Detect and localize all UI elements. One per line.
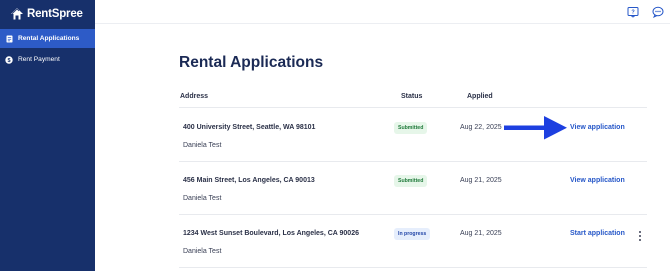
row-divider <box>179 214 647 215</box>
view-application-link[interactable]: View application <box>570 177 625 184</box>
document-icon <box>5 35 13 43</box>
row-applied-date: Aug 21, 2025 <box>460 177 502 184</box>
svg-text:$: $ <box>7 58 10 64</box>
view-application-link[interactable]: View application <box>570 124 625 131</box>
row-divider <box>179 267 647 268</box>
pointer-arrow-icon <box>504 116 567 140</box>
sidebar-item-label: Rent Payment <box>18 56 60 63</box>
more-options-icon[interactable] <box>637 231 643 241</box>
row-tenant: Daniela Test <box>183 195 222 202</box>
help-icon[interactable]: ? <box>627 6 639 18</box>
row-applied-date: Aug 21, 2025 <box>460 230 502 237</box>
start-application-link[interactable]: Start application <box>570 230 625 237</box>
brand-name: RentSpree <box>27 8 83 20</box>
row-applied-date: Aug 22, 2025 <box>460 124 502 131</box>
row-address: 400 University Street, Seattle, WA 98101 <box>183 124 316 131</box>
sidebar-item-rental-applications[interactable]: Rental Applications <box>0 29 95 48</box>
dollar-icon: $ <box>5 55 13 64</box>
status-badge: Submitted <box>394 175 428 187</box>
header-divider <box>179 107 647 108</box>
brand-logo[interactable]: RentSpree <box>10 7 83 21</box>
chat-icon[interactable] <box>652 6 664 18</box>
svg-text:?: ? <box>631 10 635 16</box>
row-tenant: Daniela Test <box>183 248 222 255</box>
row-address: 1234 West Sunset Boulevard, Los Angeles,… <box>183 230 359 237</box>
row-address: 456 Main Street, Los Angeles, CA 90013 <box>183 177 315 184</box>
sidebar: RentSpree Rental Applications $ Rent Pay… <box>0 0 95 271</box>
column-header-applied: Applied <box>467 93 493 100</box>
page-title: Rental Applications <box>179 54 324 71</box>
status-badge: Submitted <box>394 122 428 134</box>
sidebar-item-rent-payment[interactable]: $ Rent Payment <box>0 50 95 69</box>
column-header-address: Address <box>180 93 209 100</box>
status-badge: In progress <box>394 228 431 240</box>
rentspree-logo-icon <box>11 8 23 20</box>
top-bar <box>95 0 670 24</box>
sidebar-item-label: Rental Applications <box>18 35 80 42</box>
row-divider <box>179 161 647 162</box>
column-header-status: Status <box>401 93 423 100</box>
row-tenant: Daniela Test <box>183 142 222 149</box>
